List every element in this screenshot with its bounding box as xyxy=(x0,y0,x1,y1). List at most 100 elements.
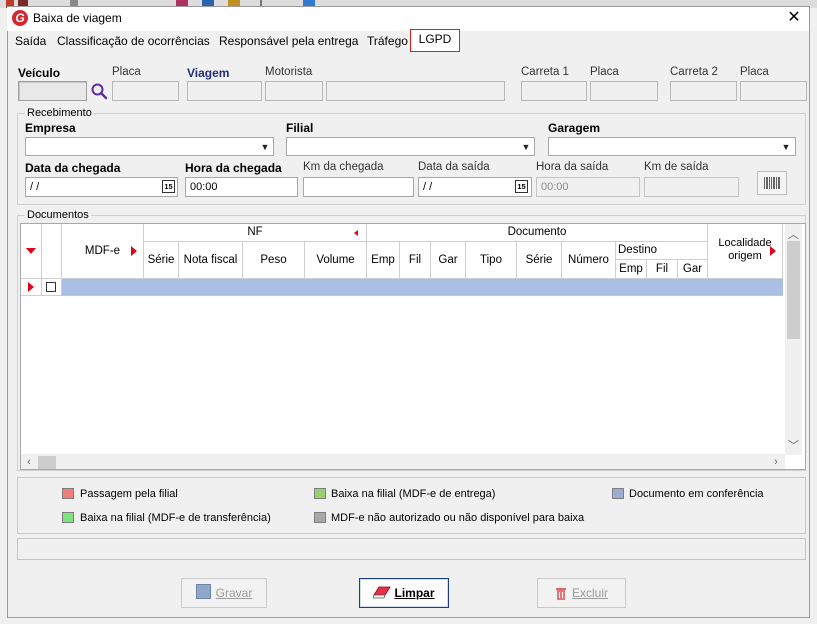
vertical-scrollbar[interactable]: ︿ ﹀ xyxy=(785,224,802,455)
sort-down-icon xyxy=(26,248,36,254)
grid-header-checkbox-col xyxy=(42,224,62,279)
legend-conferencia: Documento em conferência xyxy=(629,488,764,500)
expand-right-icon[interactable] xyxy=(770,246,776,256)
scroll-left-icon[interactable]: ‹ xyxy=(23,456,35,468)
header-volume[interactable]: Volume xyxy=(305,242,367,279)
menu-classificacao-ocorrencias[interactable]: Classificação de ocorrências xyxy=(57,34,210,48)
row-indicator[interactable] xyxy=(21,279,42,296)
legend-baixa-transferencia: Baixa na filial (MDF-e de transferência) xyxy=(80,512,271,524)
save-icon xyxy=(195,584,211,599)
header-mdfe[interactable]: MDF-e xyxy=(62,224,144,279)
scroll-up-icon[interactable]: ︿ xyxy=(785,226,802,242)
empresa-label: Empresa xyxy=(25,121,76,135)
header-destino-group: Destino xyxy=(616,242,708,260)
km-chegada-input[interactable] xyxy=(303,177,414,197)
legend-swatch-conferencia xyxy=(612,488,624,499)
excluir-button[interactable]: Excluir xyxy=(537,578,626,608)
row-checkbox[interactable] xyxy=(46,282,56,292)
trash-icon xyxy=(555,582,567,610)
row-checkbox-cell xyxy=(42,279,62,296)
data-saida-label: Data da saída xyxy=(418,161,490,173)
garagem-select[interactable] xyxy=(548,137,796,156)
data-chegada-label: Data da chegada xyxy=(25,161,121,175)
status-bar xyxy=(17,538,806,560)
empresa-select[interactable] xyxy=(25,137,274,156)
header-fil[interactable]: Fil xyxy=(400,242,431,279)
chevron-down-icon[interactable]: ▼ xyxy=(519,139,533,155)
scroll-thumb-horizontal[interactable] xyxy=(38,456,56,469)
scroll-right-icon[interactable]: › xyxy=(770,456,782,468)
placa-field xyxy=(112,81,179,101)
window-title: Baixa de viagem xyxy=(33,11,122,25)
legend-swatch-mdfe-nao-autorizado xyxy=(314,512,326,523)
menu-trafego[interactable]: Tráfego xyxy=(367,34,408,48)
header-documento-group: Documento xyxy=(367,224,708,242)
header-destino-fil[interactable]: Fil xyxy=(647,260,678,279)
header-destino-emp[interactable]: Emp xyxy=(616,260,647,279)
motorista-name-field xyxy=(326,81,505,101)
chevron-down-icon[interactable]: ▼ xyxy=(258,139,272,155)
hora-chegada-input[interactable]: 00:00 xyxy=(185,177,298,197)
header-nota-fiscal[interactable]: Nota fiscal xyxy=(179,242,243,279)
documentos-title: Documentos xyxy=(25,209,91,221)
data-chegada-input[interactable]: / / xyxy=(25,177,178,197)
carreta2-field xyxy=(670,81,737,101)
header-destino-gar[interactable]: Gar xyxy=(678,260,708,279)
veiculo-input[interactable] xyxy=(18,81,87,101)
header-tipo[interactable]: Tipo xyxy=(466,242,517,279)
menu-lgpd[interactable]: LGPD xyxy=(410,29,460,52)
km-chegada-label: Km da chegada xyxy=(303,161,384,173)
veiculo-label: Veículo xyxy=(18,66,61,80)
km-saida-label: Km de saída xyxy=(644,161,709,173)
scroll-down-icon[interactable]: ﹀ xyxy=(785,437,802,453)
carreta1-label: Carreta 1 xyxy=(521,66,569,78)
carreta2-placa-field xyxy=(740,81,807,101)
header-serie[interactable]: Série xyxy=(144,242,179,279)
expand-right-icon[interactable] xyxy=(131,246,137,256)
menu-saida[interactable]: Saída xyxy=(15,34,46,48)
menu-responsavel-entrega[interactable]: Responsável pela entrega xyxy=(219,34,358,48)
documents-grid[interactable]: MDF-e NF Série Nota fiscal Peso Volume D… xyxy=(20,223,806,470)
grid-header-indicator[interactable] xyxy=(21,224,42,279)
collapse-left-icon[interactable] xyxy=(354,230,358,236)
placa-label: Placa xyxy=(112,66,141,78)
legend-panel xyxy=(17,477,806,534)
motorista-code-field xyxy=(265,81,323,101)
carreta1-placa-label: Placa xyxy=(590,66,619,78)
carreta1-placa-field xyxy=(590,81,658,101)
barcode-icon xyxy=(764,177,780,189)
legend-mdfe-nao-autorizado: MDF-e não autorizado ou não disponível p… xyxy=(331,512,585,524)
header-serie-doc[interactable]: Série xyxy=(517,242,562,279)
chevron-down-icon[interactable]: ▼ xyxy=(779,139,793,155)
header-numero[interactable]: Número xyxy=(562,242,616,279)
title-bar xyxy=(7,7,809,31)
viagem-label: Viagem xyxy=(187,66,230,80)
gravar-button[interactable]: Gravar xyxy=(181,578,267,608)
header-gar[interactable]: Gar xyxy=(431,242,466,279)
calendar-icon[interactable]: 15 xyxy=(162,180,175,193)
recebimento-title: Recebimento xyxy=(25,107,94,119)
viagem-field xyxy=(187,81,262,101)
legend-swatch-baixa-entrega xyxy=(314,488,326,499)
header-localidade-origem[interactable]: Localidade origem xyxy=(708,224,783,279)
close-icon[interactable]: ✕ xyxy=(785,10,803,28)
motorista-label: Motorista xyxy=(265,66,313,78)
filial-select[interactable] xyxy=(286,137,535,156)
header-emp[interactable]: Emp xyxy=(367,242,400,279)
gravar-label: Gravar xyxy=(215,586,253,600)
header-peso[interactable]: Peso xyxy=(243,242,305,279)
scroll-thumb-vertical[interactable] xyxy=(787,241,800,339)
search-icon[interactable] xyxy=(90,82,108,100)
barcode-button[interactable] xyxy=(757,171,787,195)
calendar-icon[interactable]: 15 xyxy=(515,180,528,193)
legend-baixa-entrega: Baixa na filial (MDF-e de entrega) xyxy=(331,488,496,500)
table-row[interactable] xyxy=(62,279,783,296)
limpar-button[interactable]: Limpar xyxy=(359,578,449,608)
km-saida-field xyxy=(644,177,739,197)
header-nf-group: NF xyxy=(144,224,367,242)
garagem-label: Garagem xyxy=(548,121,601,135)
horizontal-scrollbar[interactable]: ‹ › xyxy=(21,454,785,469)
header-nf-label: NF xyxy=(247,226,263,238)
filial-label: Filial xyxy=(286,121,314,135)
legend-passagem: Passagem pela filial xyxy=(80,488,178,500)
